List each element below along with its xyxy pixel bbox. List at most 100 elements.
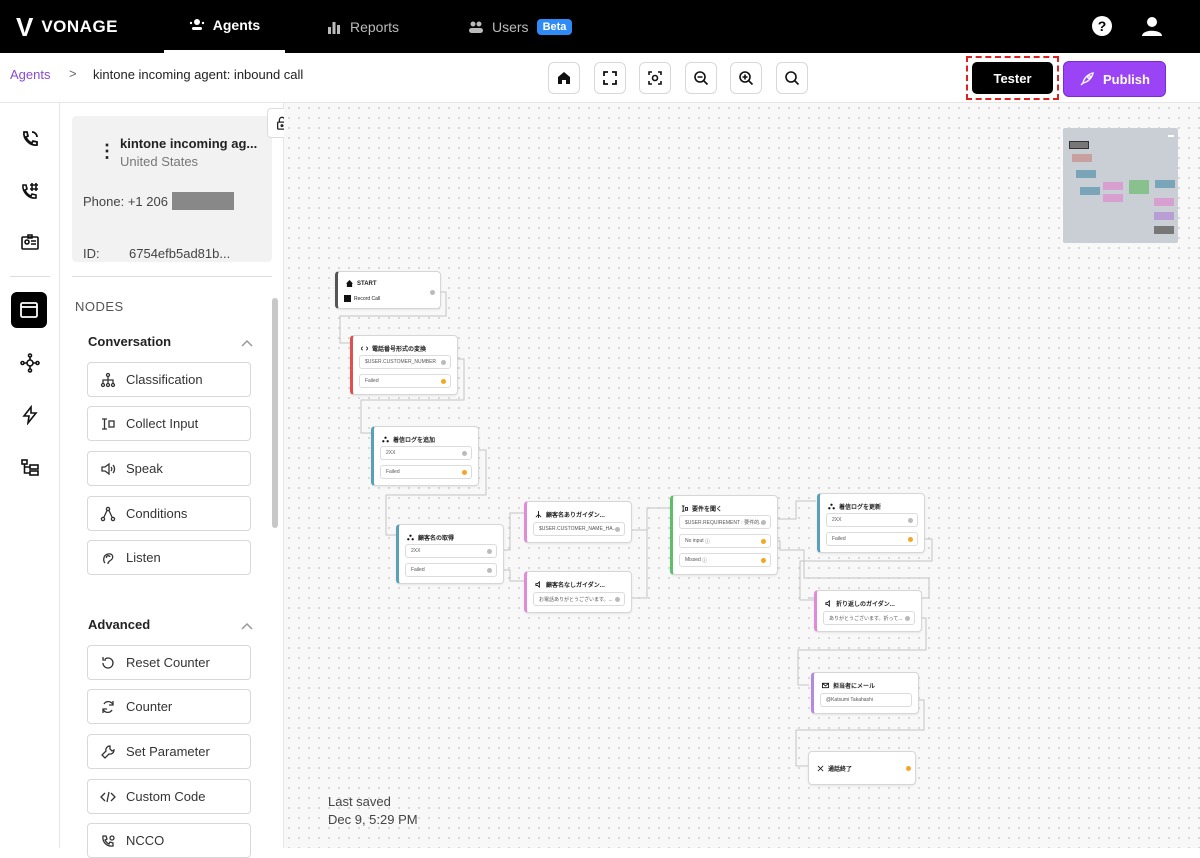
- rail-numbers[interactable]: [16, 177, 44, 205]
- search-button[interactable]: [776, 62, 808, 94]
- rail-integrations[interactable]: [16, 349, 44, 377]
- agent-id-label: ID:: [83, 246, 100, 261]
- node-speak[interactable]: Speak: [87, 451, 251, 486]
- node-collect-input[interactable]: Collect Input: [87, 406, 251, 441]
- home-button[interactable]: [548, 62, 580, 94]
- node-label: Conditions: [126, 506, 188, 521]
- user-profile-icon[interactable]: [1140, 14, 1164, 38]
- node-header: 電話番号形式の変換: [361, 344, 426, 353]
- vonage-logo[interactable]: V VONAGE: [16, 14, 118, 40]
- node-row[interactable]: Failed: [380, 465, 472, 479]
- node-conditions[interactable]: Conditions: [87, 496, 251, 531]
- node-row[interactable]: 2XX: [405, 544, 497, 558]
- tab-reports[interactable]: Reports: [326, 0, 399, 53]
- minimap[interactable]: [1063, 128, 1178, 243]
- help-icon[interactable]: ?: [1090, 14, 1114, 38]
- node-reset-counter[interactable]: Reset Counter: [87, 645, 251, 680]
- node-port[interactable]: [441, 379, 446, 384]
- flow-node-guidance-with-name[interactable]: 顧客名ありガイダン... $USER.CUSTOMER_NAME_HA...: [524, 501, 632, 543]
- node-label: Classification: [126, 372, 203, 387]
- flow-canvas[interactable]: START Record Call 電話番号形式の変換 $USER.CUSTOM…: [284, 103, 1200, 848]
- tab-users[interactable]: Users Beta: [468, 0, 573, 53]
- node-port[interactable]: [441, 360, 446, 365]
- node-port[interactable]: [908, 537, 913, 542]
- flow-node-get-customer-name[interactable]: 顧客名の取得 2XX Failed: [396, 524, 504, 584]
- row-label: Failed: [832, 536, 846, 542]
- node-port[interactable]: [761, 520, 766, 525]
- flow-node-callback-guidance[interactable]: 折り返しのガイダン... ありがとうございます。折って...: [814, 590, 922, 632]
- panel-scrollbar[interactable]: [272, 298, 278, 528]
- node-title: 顧客名なしガイダン...: [546, 583, 605, 589]
- node-row[interactable]: $USER.CUSTOMER_NUMBER: [359, 355, 451, 369]
- node-port[interactable]: [905, 616, 910, 621]
- node-listen[interactable]: Listen: [87, 540, 251, 575]
- zoom-out-button[interactable]: [685, 62, 717, 94]
- node-row[interactable]: お電話ありがとうございます。...: [533, 592, 625, 606]
- node-row[interactable]: Failed: [359, 374, 451, 388]
- flow-node-guidance-without-name[interactable]: 顧客名なしガイダン... お電話ありがとうございます。...: [524, 571, 632, 613]
- node-port[interactable]: [462, 470, 467, 475]
- node-port[interactable]: [761, 539, 766, 544]
- node-ncco[interactable]: NCCO: [87, 823, 251, 858]
- minimap-collapse-icon[interactable]: [1168, 135, 1174, 137]
- node-row[interactable]: ありがとうございます。折って...: [823, 611, 915, 625]
- conversation-section-title[interactable]: Conversation: [88, 334, 171, 349]
- flow-node-ask-requirement[interactable]: 要件を聞く $USER.REQUIREMENT : 要件的... No inpu…: [670, 495, 778, 575]
- node-port[interactable]: [487, 568, 492, 573]
- zoom-in-button[interactable]: [730, 62, 762, 94]
- node-row[interactable]: @Katsumi Takahashi: [820, 693, 912, 707]
- rail-voice-agents[interactable]: [16, 125, 44, 153]
- breadcrumb-agents-link[interactable]: Agents: [10, 67, 50, 82]
- node-set-parameter[interactable]: Set Parameter: [87, 734, 251, 769]
- lightning-icon: [22, 405, 38, 425]
- flow-node-phone-format[interactable]: 電話番号形式の変換 $USER.CUSTOMER_NUMBER Failed: [350, 335, 458, 395]
- node-counter[interactable]: Counter: [87, 689, 251, 724]
- chevron-up-icon[interactable]: [240, 336, 254, 350]
- node-row[interactable]: 2XX: [380, 446, 472, 460]
- advanced-section-title[interactable]: Advanced: [88, 617, 150, 632]
- flow-node-update-call-log[interactable]: 着信ログを更新 2XX Failed: [817, 493, 925, 553]
- zoom-focus-icon: [648, 71, 662, 85]
- node-row[interactable]: $USER.REQUIREMENT : 要件的...: [679, 515, 771, 529]
- rail-tree[interactable]: [16, 453, 44, 481]
- node-row[interactable]: 2XX: [826, 513, 918, 527]
- branch-icon: [535, 511, 542, 518]
- node-row[interactable]: Failed: [826, 532, 918, 546]
- tab-agents[interactable]: Agents: [164, 0, 285, 53]
- row-label: Failed: [386, 469, 400, 475]
- info-icon: ⓘ: [702, 557, 708, 564]
- node-port[interactable]: [906, 766, 911, 771]
- node-port[interactable]: [462, 451, 467, 456]
- agent-name: kintone incoming ag...: [120, 136, 258, 151]
- code-icon: [361, 346, 368, 351]
- node-custom-code[interactable]: Custom Code: [87, 779, 251, 814]
- node-row[interactable]: No input ⓘ: [679, 534, 771, 548]
- node-port[interactable]: [761, 558, 766, 563]
- rail-flow-editor[interactable]: [11, 292, 47, 328]
- flow-node-end-call[interactable]: 通話終了: [808, 751, 916, 785]
- node-port[interactable]: [615, 597, 620, 602]
- node-classification[interactable]: Classification: [87, 362, 251, 397]
- chevron-up-icon[interactable]: [240, 619, 254, 633]
- flow-node-email-assignee[interactable]: 担当者にメール @Katsumi Takahashi: [811, 672, 919, 714]
- flow-node-add-call-log[interactable]: 着信ログを追加 2XX Failed: [371, 426, 479, 486]
- fit-view-button[interactable]: [594, 62, 626, 94]
- row-label: Missed: [685, 557, 701, 563]
- node-port[interactable]: [615, 527, 620, 532]
- tester-button[interactable]: Tester: [972, 62, 1053, 94]
- zoom-fit-button[interactable]: [639, 62, 671, 94]
- more-options-icon[interactable]: ⋮: [98, 142, 116, 160]
- publish-button[interactable]: Publish: [1063, 61, 1166, 97]
- rail-contacts[interactable]: [16, 228, 44, 256]
- refresh-icon: [102, 700, 114, 713]
- node-port[interactable]: [908, 518, 913, 523]
- node-row[interactable]: Missed ⓘ: [679, 553, 771, 567]
- node-row[interactable]: $USER.CUSTOMER_NAME_HA...: [533, 522, 625, 536]
- flow-node-start[interactable]: START Record Call: [335, 271, 441, 309]
- rail-events[interactable]: [16, 401, 44, 429]
- node-port[interactable]: [430, 290, 435, 295]
- node-row[interactable]: Failed: [405, 563, 497, 577]
- node-port[interactable]: [487, 549, 492, 554]
- record-call-checkbox[interactable]: Record Call: [344, 295, 380, 302]
- node-title: 着信ログを更新: [839, 505, 882, 511]
